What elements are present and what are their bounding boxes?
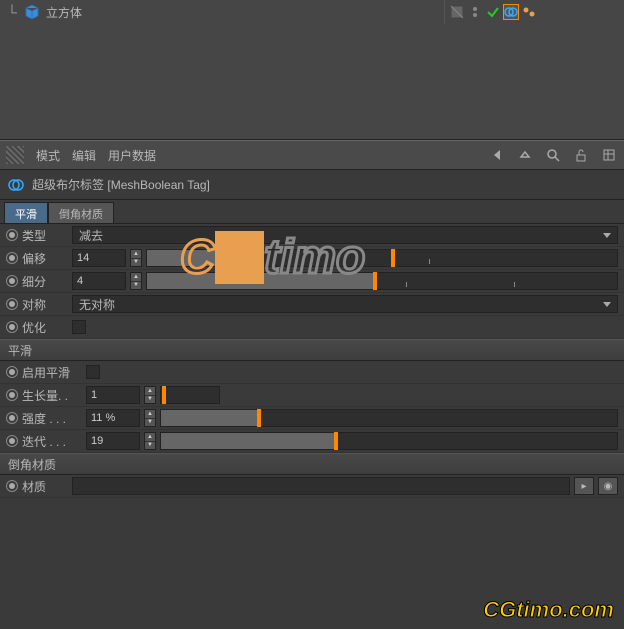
menu-mode[interactable]: 模式 bbox=[36, 147, 60, 164]
input-strength[interactable] bbox=[86, 409, 140, 427]
spinner-offset[interactable]: ▲▼ bbox=[130, 249, 142, 267]
anim-dot[interactable] bbox=[6, 480, 18, 492]
dots-tag-icon[interactable] bbox=[521, 4, 537, 20]
label-type: 类型 bbox=[22, 227, 68, 244]
row-enable-smooth: 启用平滑 bbox=[0, 361, 624, 384]
input-growth[interactable] bbox=[86, 386, 140, 404]
cube-icon bbox=[24, 4, 40, 20]
label-optimize: 优化 bbox=[22, 319, 68, 336]
new-window-icon[interactable] bbox=[600, 146, 618, 164]
row-iterations: 迭代 . . . ▲▼ bbox=[0, 430, 624, 453]
panel-title-bar: 超级布尔标签 [MeshBoolean Tag] bbox=[0, 170, 624, 200]
spinner-iterations[interactable]: ▲▼ bbox=[144, 432, 156, 450]
row-optimize: 优化 bbox=[0, 316, 624, 339]
label-strength: 强度 . . . bbox=[22, 410, 82, 427]
material-field[interactable] bbox=[72, 477, 570, 495]
spinner-subdiv[interactable]: ▲▼ bbox=[130, 272, 142, 290]
boolean-title-icon bbox=[8, 177, 24, 193]
anim-dot[interactable] bbox=[6, 389, 18, 401]
anim-dot[interactable] bbox=[6, 298, 18, 310]
dropdown-type[interactable]: 减去 bbox=[72, 226, 618, 244]
menu-edit[interactable]: 编辑 bbox=[72, 147, 96, 164]
nav-up-icon[interactable] bbox=[516, 146, 534, 164]
row-offset: 偏移 ▲▼ bbox=[0, 247, 624, 270]
section-bevel-material[interactable]: 倒角材质 bbox=[0, 453, 624, 475]
outliner-panel: └ 立方体 bbox=[0, 0, 624, 140]
section-smooth[interactable]: 平滑 bbox=[0, 339, 624, 361]
dropdown-symmetry[interactable]: 无对称 bbox=[72, 295, 618, 313]
check-icon[interactable] bbox=[485, 4, 501, 20]
slider-strength[interactable] bbox=[160, 409, 618, 427]
slider-subdiv[interactable] bbox=[146, 272, 618, 290]
attribute-body: 类型 减去 偏移 ▲▼ 细分 ▲▼ 对称 无对称 优化 平滑 bbox=[0, 224, 624, 498]
checkbox-optimize[interactable] bbox=[72, 320, 86, 334]
label-iterations: 迭代 . . . bbox=[22, 433, 82, 450]
grip-icon[interactable] bbox=[6, 146, 24, 164]
spinner-growth[interactable]: ▲▼ bbox=[144, 386, 156, 404]
tab-bar: 平滑 倒角材质 bbox=[0, 200, 624, 224]
row-strength: 强度 . . . ▲▼ bbox=[0, 407, 624, 430]
anim-dot[interactable] bbox=[6, 366, 18, 378]
slider-iterations[interactable] bbox=[160, 432, 618, 450]
watermark-corner: CGtimo.com bbox=[483, 597, 614, 623]
lock-icon[interactable] bbox=[572, 146, 590, 164]
anim-dot[interactable] bbox=[6, 435, 18, 447]
vis-dots-icon[interactable] bbox=[467, 4, 483, 20]
tree-branch: └ bbox=[0, 4, 24, 20]
material-pick-button[interactable]: ▸ bbox=[574, 477, 594, 495]
tag-area bbox=[444, 0, 624, 24]
slider-growth[interactable] bbox=[160, 386, 220, 404]
label-enable-smooth: 启用平滑 bbox=[22, 364, 82, 381]
anim-dot[interactable] bbox=[6, 252, 18, 264]
row-subdiv: 细分 ▲▼ bbox=[0, 270, 624, 293]
anim-dot[interactable] bbox=[6, 321, 18, 333]
outliner-row[interactable]: └ 立方体 bbox=[0, 0, 624, 24]
label-symmetry: 对称 bbox=[22, 296, 68, 313]
label-offset: 偏移 bbox=[22, 250, 68, 267]
attribute-toolbar: 模式 编辑 用户数据 bbox=[0, 140, 624, 170]
checkbox-enable-smooth[interactable] bbox=[86, 365, 100, 379]
tab-smooth[interactable]: 平滑 bbox=[4, 202, 48, 223]
material-clear-button[interactable]: ◉ bbox=[598, 477, 618, 495]
boolean-tag-icon[interactable] bbox=[503, 4, 519, 20]
slider-offset[interactable] bbox=[146, 249, 618, 267]
nav-back-icon[interactable] bbox=[488, 146, 506, 164]
object-name[interactable]: 立方体 bbox=[46, 4, 444, 21]
row-growth: 生长量. . ▲▼ bbox=[0, 384, 624, 407]
label-material: 材质 bbox=[22, 478, 68, 495]
input-iterations[interactable] bbox=[86, 432, 140, 450]
row-symmetry: 对称 无对称 bbox=[0, 293, 624, 316]
anim-dot[interactable] bbox=[6, 229, 18, 241]
anim-dot[interactable] bbox=[6, 412, 18, 424]
layer-tag-icon[interactable] bbox=[449, 4, 465, 20]
input-offset[interactable] bbox=[72, 249, 126, 267]
input-subdiv[interactable] bbox=[72, 272, 126, 290]
row-type: 类型 减去 bbox=[0, 224, 624, 247]
tab-bevel-material[interactable]: 倒角材质 bbox=[48, 202, 114, 223]
menu-userdata[interactable]: 用户数据 bbox=[108, 147, 156, 164]
spinner-strength[interactable]: ▲▼ bbox=[144, 409, 156, 427]
panel-title-text: 超级布尔标签 [MeshBoolean Tag] bbox=[32, 176, 210, 193]
row-material: 材质 ▸ ◉ bbox=[0, 475, 624, 498]
label-subdiv: 细分 bbox=[22, 273, 68, 290]
search-icon[interactable] bbox=[544, 146, 562, 164]
anim-dot[interactable] bbox=[6, 275, 18, 287]
label-growth: 生长量. . bbox=[22, 387, 82, 404]
